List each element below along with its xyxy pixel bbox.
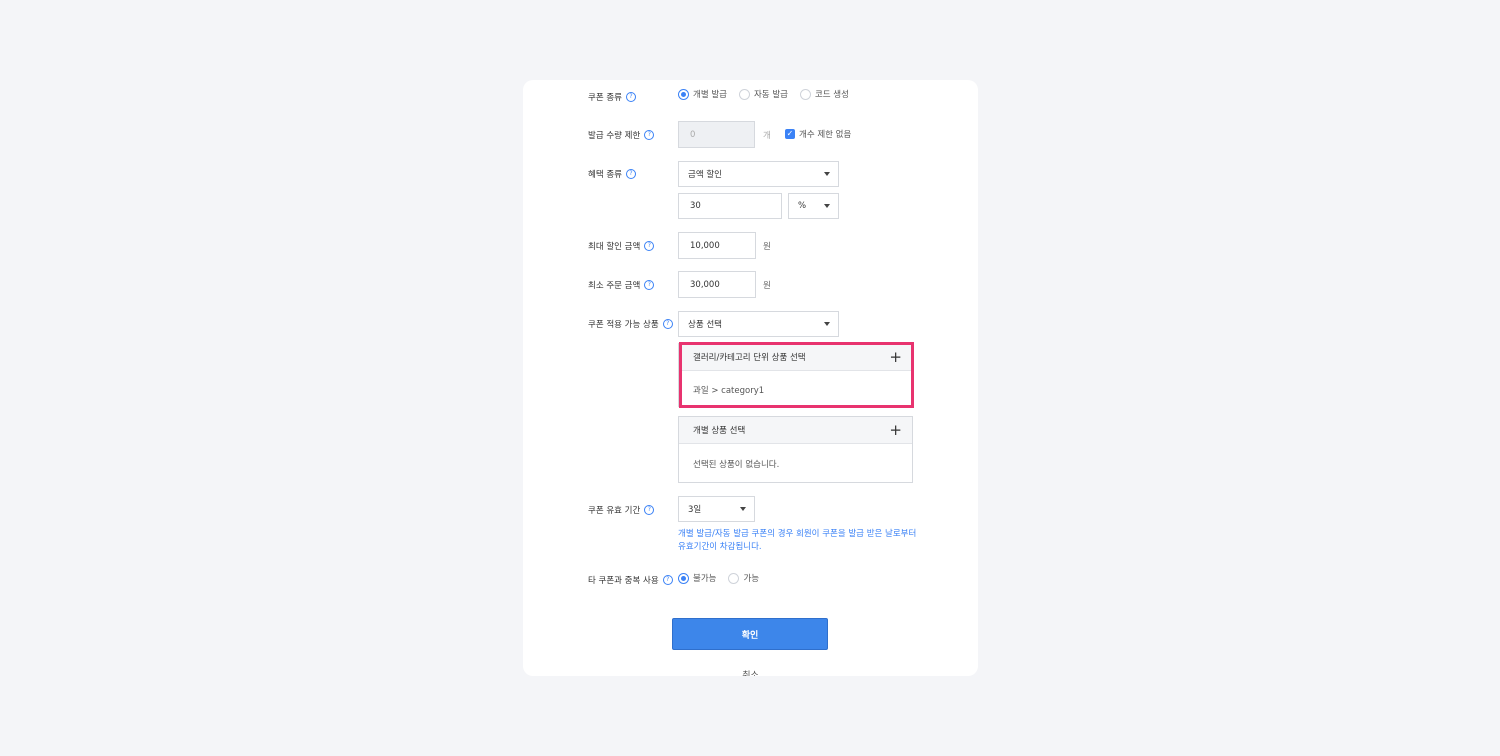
- help-icon[interactable]: ?: [625, 169, 636, 179]
- radio-unselected-icon: [728, 572, 740, 584]
- radio-auto-issue[interactable]: 자동 발급: [738, 88, 788, 100]
- help-icon[interactable]: ?: [644, 505, 655, 515]
- confirm-button[interactable]: 확인: [672, 618, 828, 650]
- max-discount-input[interactable]: 10,000: [678, 232, 756, 259]
- chevron-down-icon: [824, 172, 830, 176]
- gallery-category-panel-body: 과일 > category1: [679, 371, 912, 408]
- duplicate-use-radio-group: 불가능 가능: [678, 572, 759, 584]
- radio-allowed[interactable]: 가능: [728, 572, 759, 584]
- gallery-category-panel: 갤러리/카테고리 단위 상품 선택 + 과일 > category1: [678, 343, 913, 407]
- radio-code-generate[interactable]: 코드 생성: [799, 88, 849, 100]
- checkbox-checked-icon: ✓: [785, 129, 795, 139]
- min-order-label: 최소 주문 금액 ?: [588, 279, 655, 291]
- radio-not-allowed[interactable]: 불가능: [678, 572, 716, 584]
- help-icon[interactable]: ?: [662, 575, 673, 585]
- radio-selected-icon: [678, 88, 689, 100]
- issue-limit-label: 발급 수량 제한 ?: [588, 129, 655, 141]
- individual-product-panel-body: 선택된 상품이 없습니다.: [679, 444, 912, 484]
- radio-unselected-icon: [799, 88, 811, 100]
- selected-category-item: 과일 > category1: [693, 385, 765, 396]
- validity-help-text: 개별 발급/자동 발급 쿠폰의 경우 회원이 쿠폰을 발급 받은 날로부터 유효…: [678, 529, 917, 552]
- help-icon[interactable]: ?: [662, 319, 673, 329]
- benefit-type-label: 혜택 종류 ?: [588, 168, 636, 180]
- gallery-category-panel-header: 갤러리/카테고리 단위 상품 선택 +: [679, 344, 912, 371]
- empty-products-message: 선택된 상품이 없습니다.: [693, 460, 780, 470]
- min-order-input[interactable]: 30,000: [678, 271, 756, 298]
- help-icon[interactable]: ?: [644, 241, 655, 251]
- coupon-type-radio-group: 개별 발급 자동 발급 코드 생성: [678, 88, 849, 100]
- applicable-products-select[interactable]: 상품 선택: [678, 311, 839, 337]
- benefit-amount-input[interactable]: 30: [678, 193, 782, 219]
- chevron-down-icon: [824, 322, 830, 326]
- max-discount-label: 최대 할인 금액 ?: [588, 240, 655, 252]
- chevron-down-icon: [740, 507, 746, 511]
- help-icon[interactable]: ?: [644, 280, 655, 290]
- add-icon[interactable]: +: [889, 349, 902, 365]
- min-order-unit: 원: [763, 281, 771, 291]
- validity-select[interactable]: 3일: [678, 496, 755, 522]
- chevron-down-icon: [824, 204, 830, 208]
- validity-label: 쿠폰 유효 기간 ?: [588, 504, 655, 516]
- no-limit-checkbox[interactable]: ✓ 개수 제한 없음: [785, 128, 851, 140]
- applicable-products-label: 쿠폰 적용 가능 상품 ?: [588, 318, 673, 330]
- issue-limit-unit: 개: [763, 131, 771, 141]
- benefit-unit-select[interactable]: %: [788, 193, 839, 219]
- help-icon[interactable]: ?: [625, 92, 636, 102]
- individual-product-panel: 개별 상품 선택 + 선택된 상품이 없습니다.: [678, 416, 913, 483]
- radio-individual-issue[interactable]: 개별 발급: [678, 88, 727, 100]
- add-icon[interactable]: +: [889, 422, 902, 438]
- max-discount-unit: 원: [763, 242, 771, 252]
- radio-selected-icon: [678, 572, 689, 584]
- help-icon[interactable]: ?: [644, 130, 655, 140]
- coupon-type-label: 쿠폰 종류 ?: [588, 91, 636, 103]
- issue-limit-input[interactable]: 0: [678, 121, 755, 148]
- coupon-form-card: 쿠폰 종류 ? 개별 발급 자동 발급 코드 생성 발급 수량 제한 ? 0 개…: [523, 80, 978, 676]
- duplicate-use-label: 타 쿠폰과 중복 사용 ?: [588, 574, 673, 586]
- benefit-type-select[interactable]: 금액 할인: [678, 161, 839, 187]
- individual-product-panel-header: 개별 상품 선택 +: [679, 417, 912, 444]
- radio-unselected-icon: [738, 88, 750, 100]
- cancel-button[interactable]: 취소: [523, 668, 978, 676]
